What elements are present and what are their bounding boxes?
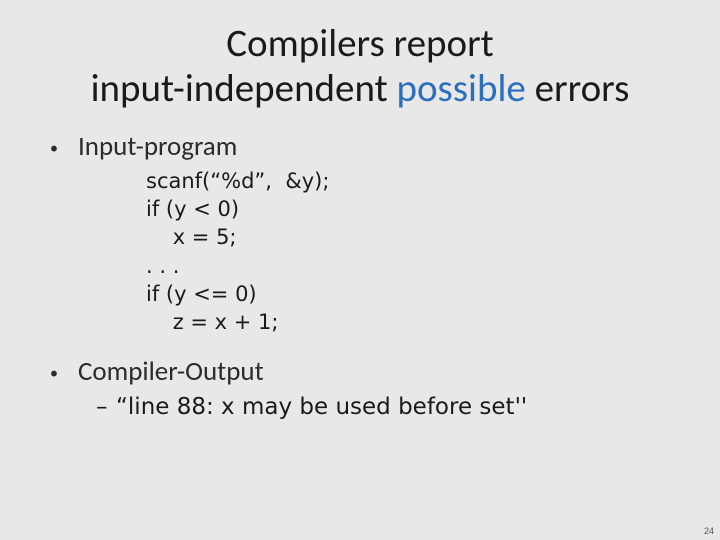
compiler-output-sub: – “line 88: x may be used before set'' [96, 394, 680, 420]
bullet-dot-icon: • [50, 139, 78, 158]
title-word-possible: possible [396, 65, 525, 112]
slide-body: • Input-program scanf(“%d”, &y); if (y <… [0, 112, 720, 420]
title-line-2b: errors [526, 65, 630, 112]
bullet-dot-icon: • [50, 364, 78, 383]
title-line-2a: input-independent [91, 65, 397, 112]
bullet-input-program-label: Input-program [78, 130, 237, 163]
bullet-input-program: • Input-program [50, 130, 680, 163]
page-number: 24 [704, 526, 714, 536]
slide: Compilers report input-independent possi… [0, 0, 720, 540]
bullet-compiler-output-label: Compiler-Output [78, 355, 264, 388]
compiler-output-text: “line 88: x may be used before set'' [116, 394, 527, 420]
title-line-2: input-independent possible errors [40, 67, 680, 112]
title-line-1: Compilers report [40, 22, 680, 67]
input-program-code: scanf(“%d”, &y); if (y < 0) x = 5; . . .… [146, 167, 680, 337]
bullet-compiler-output: • Compiler-Output [50, 355, 680, 388]
dash-icon: – [96, 394, 116, 420]
slide-title: Compilers report input-independent possi… [0, 0, 720, 112]
